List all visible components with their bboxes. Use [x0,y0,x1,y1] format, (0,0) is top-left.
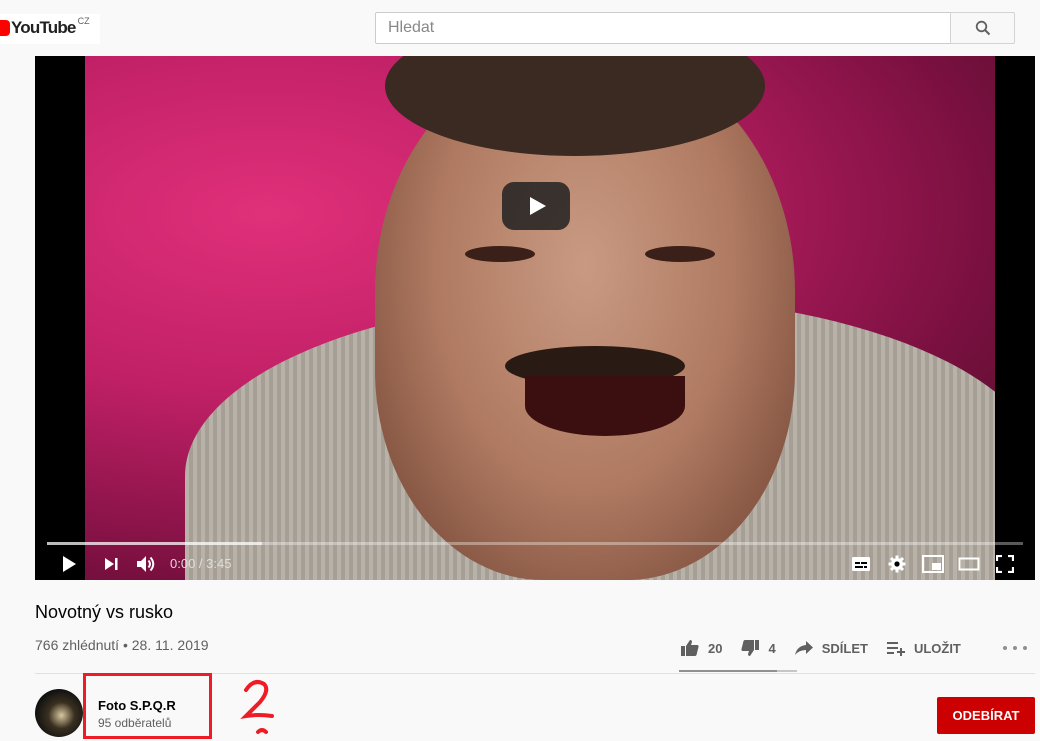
time-display: 0:00 / 3:45 [170,556,232,571]
search-icon [975,20,990,36]
volume-icon [137,556,155,572]
progress-bar[interactable] [47,542,1023,545]
play-button[interactable] [57,552,81,576]
theater-mode-button[interactable] [957,552,981,576]
dislike-count: 4 [768,640,776,656]
progress-bar-fill [47,542,262,545]
mute-button[interactable] [134,552,158,576]
annotation-highlight-box [83,673,212,739]
playlist-add-icon [886,642,905,656]
search-input[interactable] [376,13,950,43]
youtube-logo[interactable]: YouTube CZ [0,14,100,44]
more-dot [1013,646,1017,650]
search-button[interactable] [950,12,1015,44]
player-controls: 0:00 / 3:45 [35,546,1035,580]
next-icon [105,558,118,570]
like-button[interactable]: 20 [680,639,722,657]
next-button[interactable] [99,552,123,576]
youtube-play-icon [0,20,10,36]
more-dot [1003,646,1007,650]
video-title: Novotný vs rusko [35,602,174,622]
more-actions-button[interactable] [1003,640,1027,656]
play-icon [63,556,76,572]
save-label: ULOŽIT [913,640,961,656]
miniplayer-button[interactable] [921,552,945,576]
subscribe-button[interactable]: ODEBÍRAT [937,697,1035,734]
fullscreen-icon [996,555,1014,573]
page: YouTube CZ Hledat 0:00 / 3:45 Novotný vs… [0,0,1040,741]
search-box [375,12,951,44]
share-label: SDÍLET [821,640,868,656]
play-icon [530,197,546,215]
fullscreen-button[interactable] [993,552,1017,576]
video-frame-eye-left [465,246,535,262]
like-count: 20 [708,640,723,656]
settings-button[interactable] [885,552,909,576]
share-button[interactable]: SDÍLET [794,640,868,656]
thumbs-down-icon [741,640,760,656]
sentiment-bar [679,670,797,672]
masthead: YouTube CZ [0,0,1040,56]
logo-text: YouTube [11,18,76,37]
channel-avatar[interactable] [35,689,83,737]
video-frame [85,56,995,580]
video-actions: 20 4 SDÍLET ULOŽIT [680,632,979,664]
annotation-scribble [240,680,274,734]
subtitles-button[interactable] [849,552,873,576]
save-button[interactable]: ULOŽIT [886,640,961,656]
large-play-button[interactable] [502,182,570,230]
miniplayer-icon [922,555,944,573]
share-icon [794,641,813,655]
video-view-count-date: 766 zhlédnutí • 28. 11. 2019 [35,637,209,653]
video-frame-eye-right [645,246,715,262]
more-dot [1023,646,1027,650]
video-frame-mouth [525,376,685,436]
video-player[interactable]: 0:00 / 3:45 [35,56,1035,580]
theater-icon [958,557,980,571]
subtitles-icon [852,557,870,571]
logo-country-code: CZ [77,16,90,26]
gear-icon [888,555,906,573]
dislike-button[interactable]: 4 [740,639,776,657]
thumbs-up-icon [681,640,699,656]
sentiment-bar-likes [679,670,777,672]
